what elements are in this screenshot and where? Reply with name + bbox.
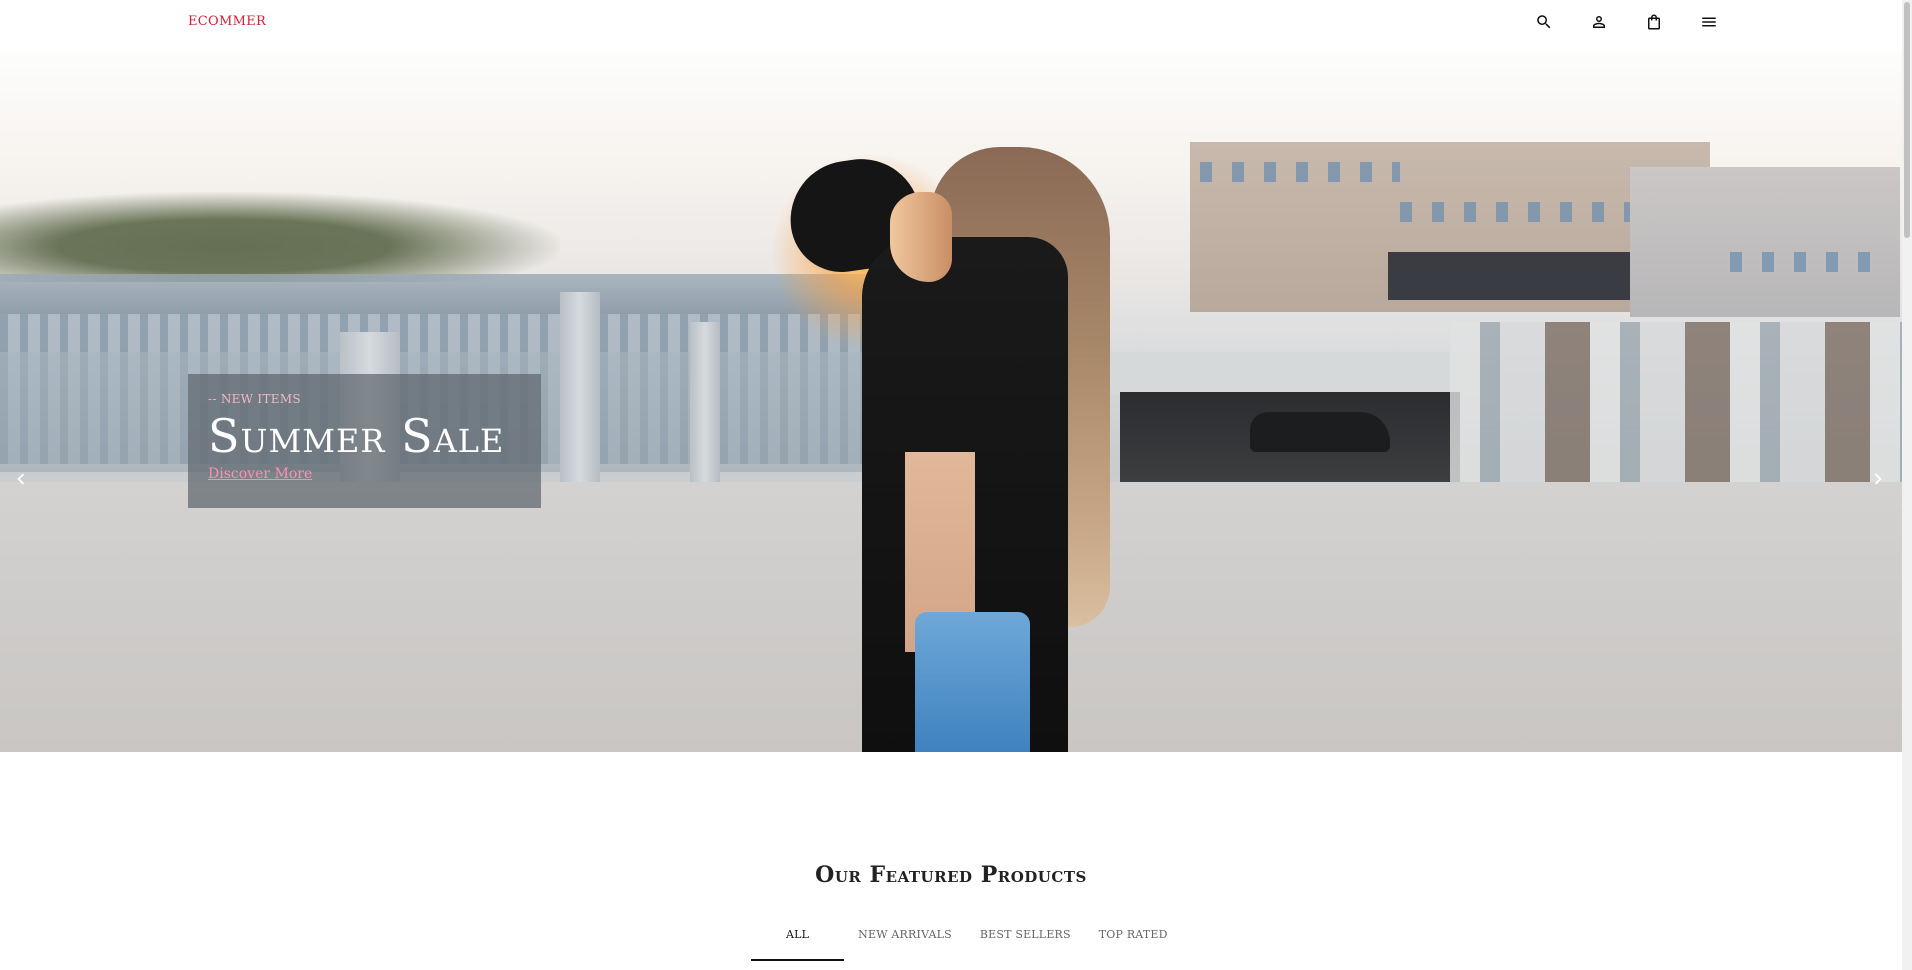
- hero-kicker: -- NEW ITEMS: [208, 392, 301, 406]
- tab-all[interactable]: ALL: [751, 922, 845, 961]
- tab-new-arrivals[interactable]: NEW ARRIVALS: [844, 922, 966, 961]
- featured-title-light: Our Featured: [815, 862, 973, 888]
- slider-prev-button[interactable]: [8, 466, 34, 492]
- slider-next-button[interactable]: [1865, 466, 1891, 492]
- chevron-left-icon: [17, 473, 25, 485]
- chevron-right-icon: [1874, 473, 1882, 485]
- product-filter-tabs: ALL NEW ARRIVALS BEST SELLERS TOP RATED: [751, 922, 1182, 961]
- hero-title: Summer Sale: [208, 409, 505, 463]
- site-logo[interactable]: ECOMMER: [188, 14, 266, 29]
- featured-title-bold: Products: [980, 862, 1087, 888]
- featured-products-title: Our Featured Products: [0, 862, 1902, 888]
- header-icons: [1516, 12, 1736, 32]
- hero-caption: -- NEW ITEMS Summer Sale Discover More: [188, 374, 541, 508]
- menu-icon[interactable]: [1681, 12, 1736, 32]
- scrollbar-thumb[interactable]: [1904, 2, 1910, 238]
- tab-best-sellers[interactable]: BEST SELLERS: [966, 922, 1085, 961]
- site-header: ECOMMER: [0, 0, 1902, 52]
- shopping-bag-icon[interactable]: [1626, 12, 1681, 32]
- tab-top-rated[interactable]: TOP RATED: [1085, 922, 1182, 961]
- user-icon[interactable]: [1571, 12, 1626, 32]
- search-icon[interactable]: [1516, 12, 1571, 32]
- discover-more-link[interactable]: Discover More: [208, 466, 312, 482]
